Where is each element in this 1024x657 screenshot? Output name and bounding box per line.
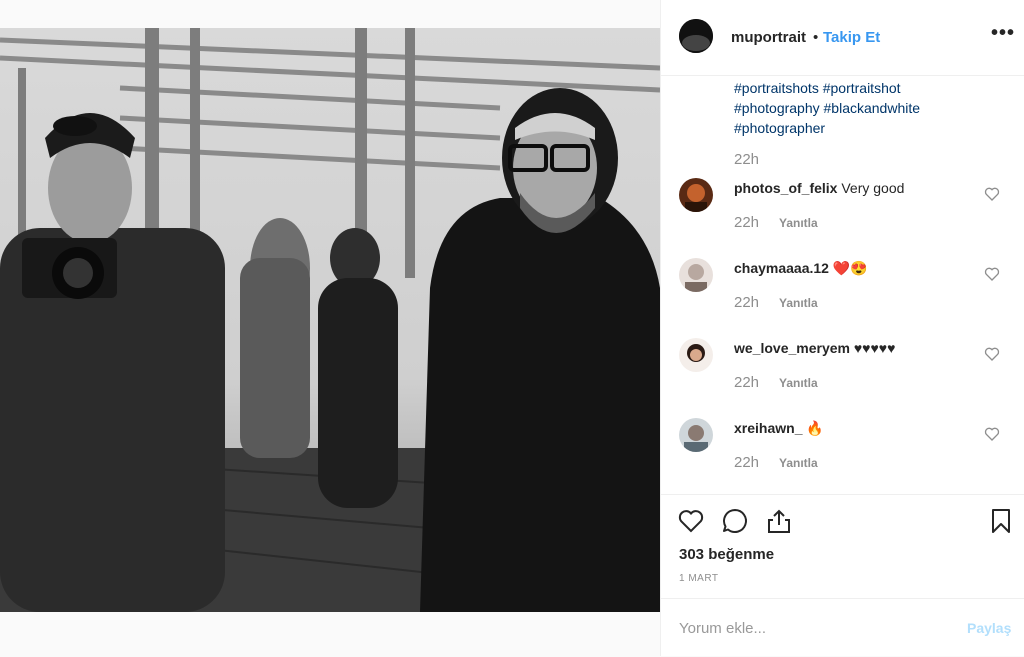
caption-hashtags: #portraitshots #portraitshot #photograph…: [734, 78, 984, 138]
reply-button[interactable]: Yanıtla: [779, 456, 818, 470]
comment-timestamp: 22h: [734, 294, 760, 311]
comment-body: Very good: [841, 180, 905, 196]
header-separator: •: [813, 29, 819, 46]
comment-like-icon[interactable]: [984, 346, 1000, 362]
commenter-username[interactable]: photos_of_felix: [734, 180, 837, 196]
photo-pane: [0, 0, 660, 656]
bookmark-icon[interactable]: [987, 507, 1015, 535]
commenter-username[interactable]: we_love_meryem: [734, 340, 850, 356]
comment-like-icon[interactable]: [984, 266, 1000, 282]
commenter-avatar[interactable]: [679, 258, 713, 292]
comment-item: xreihawn_ 🔥 22h Yanıtla: [661, 416, 1024, 486]
heart-icon[interactable]: [677, 507, 705, 535]
post-actions: 303 beğenme 1 MART: [661, 494, 1024, 599]
reply-button[interactable]: Yanıtla: [779, 296, 818, 310]
hashtag-line[interactable]: #photography #blackandwhite: [734, 98, 984, 118]
share-icon[interactable]: [765, 507, 793, 535]
comment-text: chaymaaaa.12 ❤️😍: [734, 260, 868, 277]
comment-text: photos_of_felix Very good: [734, 180, 904, 196]
comment-icon[interactable]: [721, 507, 749, 535]
post-photo[interactable]: [0, 28, 660, 612]
commenter-avatar[interactable]: [679, 338, 713, 372]
post-header: muportrait • Takip Et •••: [661, 0, 1024, 76]
follow-button[interactable]: Takip Et: [823, 29, 880, 46]
comment-body: ❤️😍: [832, 260, 868, 276]
comment-item: chaymaaaa.12 ❤️😍 22h Yanıtla: [661, 256, 1024, 326]
author-avatar[interactable]: [679, 19, 713, 53]
like-count[interactable]: 303 beğenme: [679, 546, 774, 563]
hashtag-line[interactable]: #photographer: [734, 118, 984, 138]
hashtag-line[interactable]: #portraitshots #portraitshot: [734, 78, 984, 98]
comment-timestamp: 22h: [734, 374, 760, 391]
post-sidebar: muportrait • Takip Et ••• #portraitshots…: [660, 0, 1024, 656]
caption-timestamp: 22h: [734, 151, 760, 168]
comment-text: xreihawn_ 🔥: [734, 420, 824, 437]
more-options-icon[interactable]: •••: [991, 22, 1015, 45]
comment-text: we_love_meryem ♥♥♥♥♥: [734, 340, 895, 356]
post-comment-button[interactable]: Paylaş: [967, 620, 1011, 636]
comment-timestamp: 22h: [734, 454, 760, 471]
comment-input[interactable]: [679, 617, 949, 639]
commenter-username[interactable]: xreihawn_: [734, 420, 802, 436]
comment-timestamp: 22h: [734, 214, 760, 231]
comment-like-icon[interactable]: [984, 186, 1000, 202]
commenter-avatar[interactable]: [679, 178, 713, 212]
author-username[interactable]: muportrait: [731, 29, 806, 46]
commenter-avatar[interactable]: [679, 418, 713, 452]
comment-body: ♥♥♥♥♥: [853, 340, 896, 356]
comment-item: photos_of_felix Very good 22h Yanıtla: [661, 176, 1024, 246]
comments-list[interactable]: #portraitshots #portraitshot #photograph…: [661, 76, 1024, 494]
commenter-username[interactable]: chaymaaaa.12: [734, 260, 829, 276]
comment-like-icon[interactable]: [984, 426, 1000, 442]
reply-button[interactable]: Yanıtla: [779, 376, 818, 390]
comment-body: 🔥: [806, 420, 824, 436]
post-date: 1 MART: [679, 573, 719, 584]
comment-item: we_love_meryem ♥♥♥♥♥ 22h Yanıtla: [661, 336, 1024, 406]
add-comment-bar: Paylaş: [661, 598, 1024, 657]
reply-button[interactable]: Yanıtla: [779, 216, 818, 230]
